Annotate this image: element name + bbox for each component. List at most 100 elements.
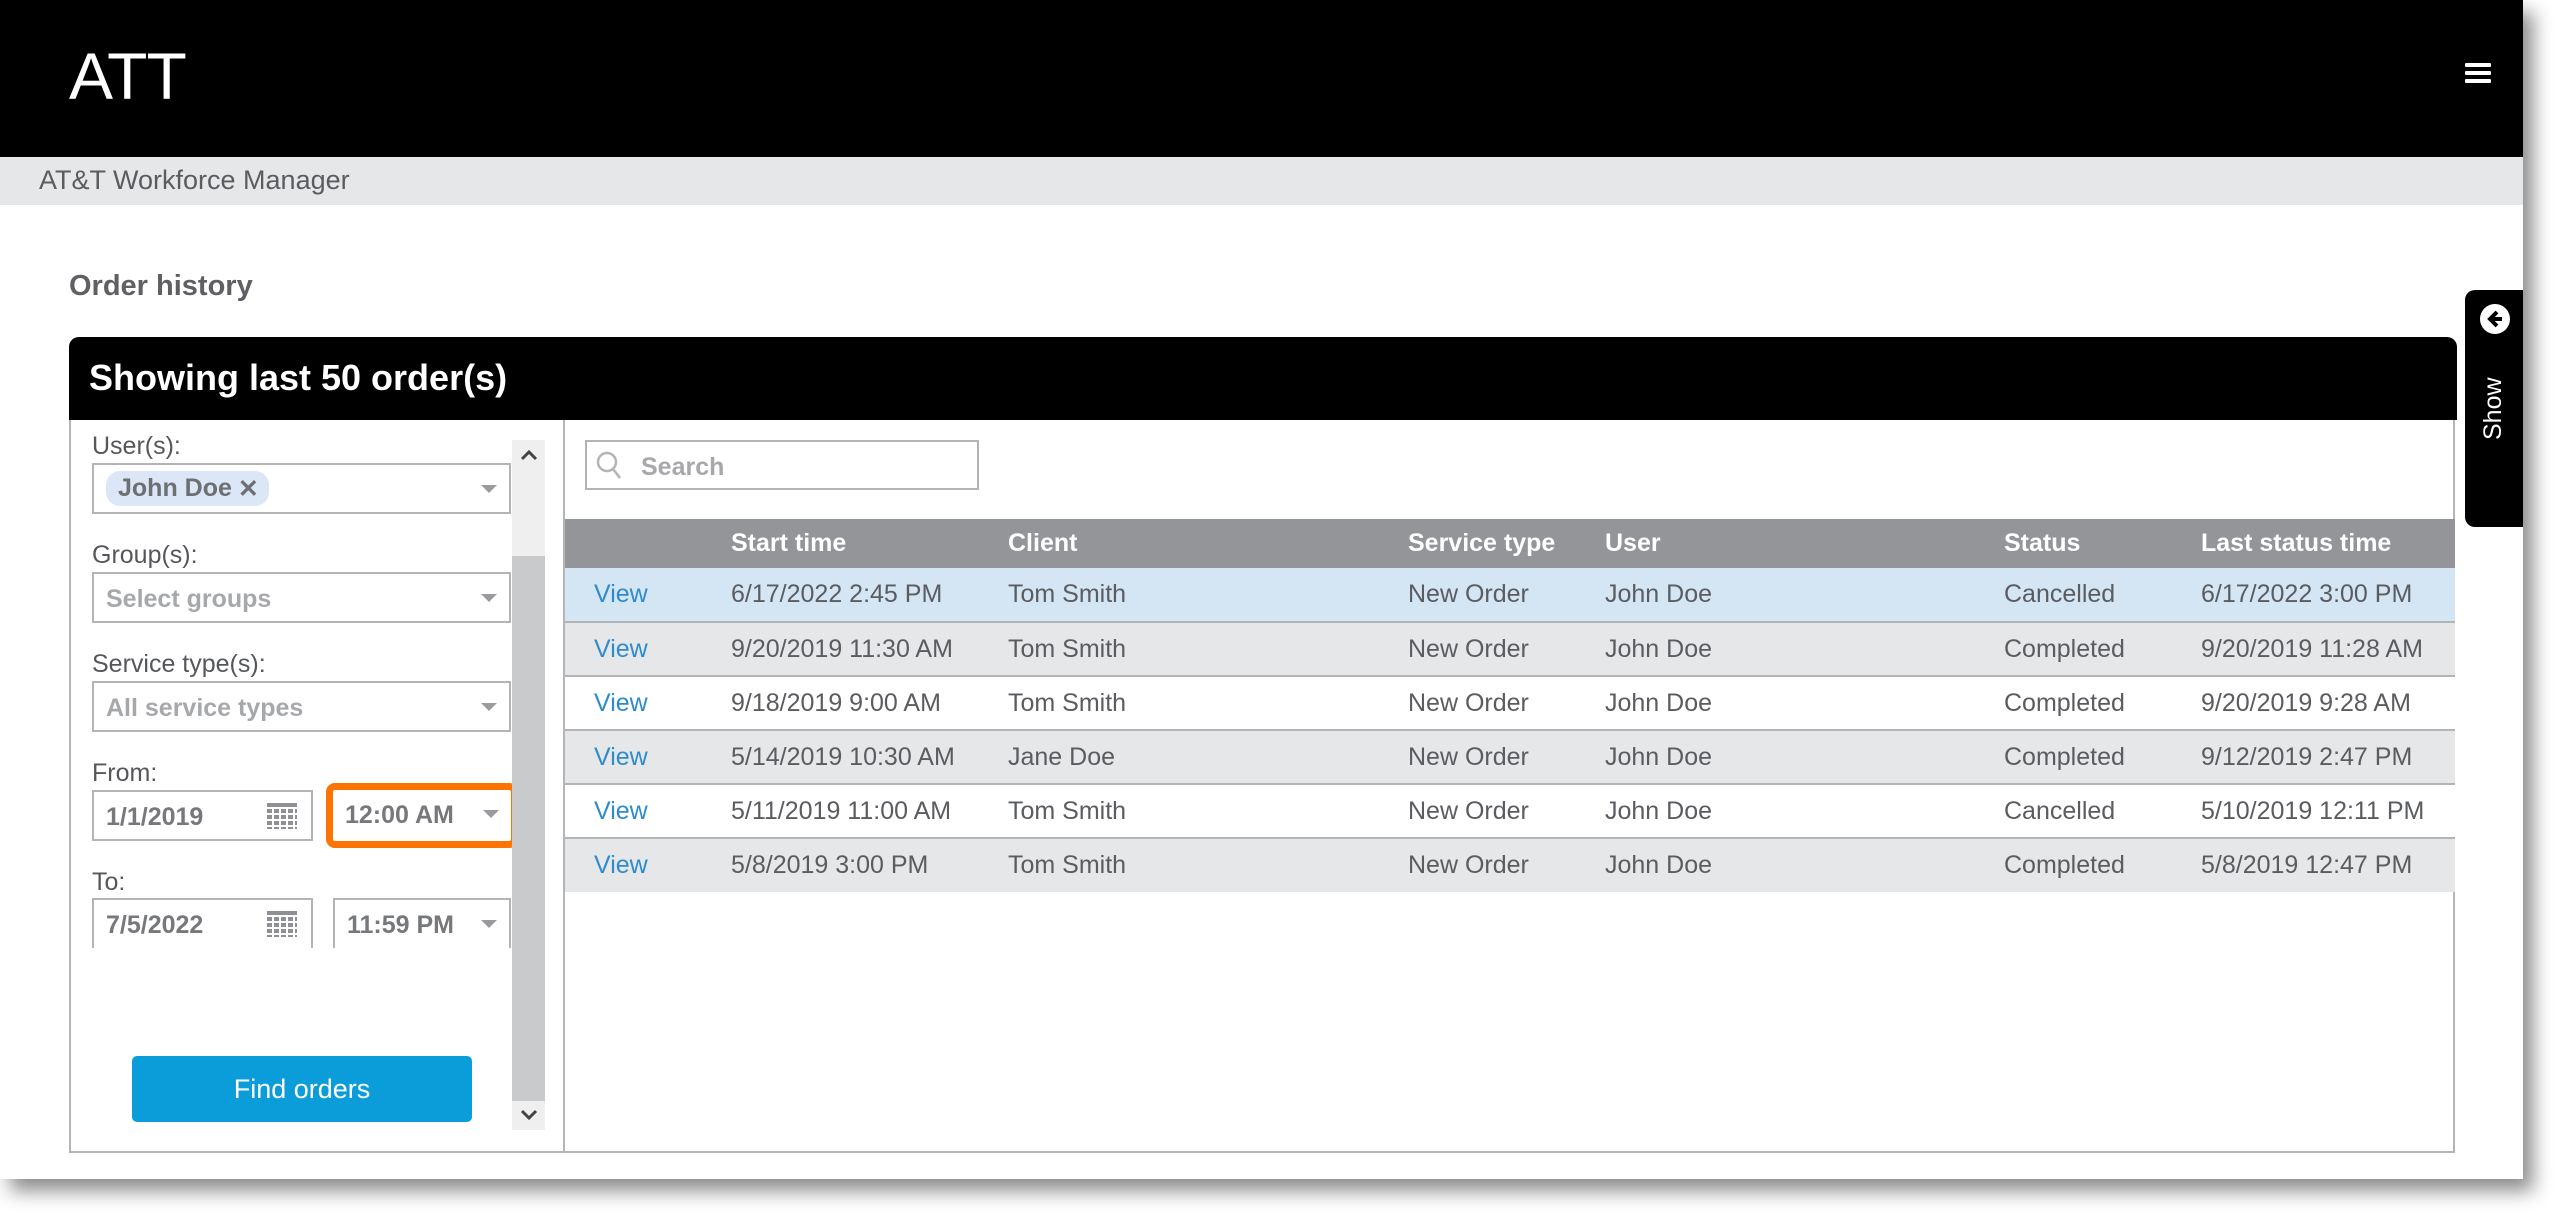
cell-status: Completed: [2004, 675, 2201, 730]
filters-pane: User(s): John Doe ✕ Group(s): Select gro…: [71, 420, 565, 1151]
cell-client: Tom Smith: [1008, 621, 1408, 676]
view-link[interactable]: View: [594, 689, 648, 717]
cell-user: John Doe: [1605, 568, 2004, 622]
cell-client: Jane Doe: [1008, 729, 1408, 784]
hamburger-menu-icon[interactable]: [2463, 63, 2493, 89]
column-header-action: [565, 519, 731, 568]
search-input[interactable]: Search: [585, 440, 979, 490]
column-header-client[interactable]: Client: [1008, 519, 1408, 568]
cell-service-type: New Order: [1408, 568, 1605, 622]
chevron-down-icon[interactable]: [481, 594, 497, 602]
cell-client: Tom Smith: [1008, 568, 1408, 622]
table-row[interactable]: View 6/17/2022 2:45 PM Tom Smith New Ord…: [565, 568, 2455, 622]
from-time-value: 12:00 AM: [345, 801, 454, 829]
scroll-down-icon[interactable]: [512, 1100, 545, 1130]
service-types-label: Service type(s):: [92, 650, 266, 678]
table-header-row: Start time Client Service type User Stat…: [565, 519, 2455, 568]
top-bar: ATT: [0, 0, 2523, 157]
cell-user: John Doe: [1605, 783, 2004, 838]
from-date-input[interactable]: 1/1/2019: [92, 790, 313, 841]
cell-start-time: 5/11/2019 11:00 AM: [731, 783, 1008, 838]
groups-placeholder: Select groups: [106, 585, 272, 613]
show-side-panel-tab[interactable]: Show: [2465, 290, 2523, 527]
cell-status: Cancelled: [2004, 783, 2201, 838]
cell-user: John Doe: [1605, 729, 2004, 784]
from-time-select[interactable]: 12:00 AM: [326, 783, 518, 848]
to-date-value: 7/5/2022: [106, 911, 204, 939]
cell-start-time: 5/8/2019 3:00 PM: [731, 837, 1008, 892]
from-date-value: 1/1/2019: [106, 803, 204, 831]
find-orders-button[interactable]: Find orders: [132, 1056, 472, 1122]
panel-header: Showing last 50 order(s): [69, 337, 2457, 420]
filters-overflow-mask: [71, 948, 511, 1008]
chevron-down-icon[interactable]: [481, 485, 497, 493]
table-row[interactable]: View 9/20/2019 11:30 AM Tom Smith New Or…: [565, 621, 2455, 676]
cell-start-time: 9/20/2019 11:30 AM: [731, 621, 1008, 676]
users-select[interactable]: John Doe ✕: [92, 463, 511, 514]
search-placeholder: Search: [641, 453, 725, 481]
column-header-last-status-time[interactable]: Last status time: [2201, 519, 2455, 568]
chevron-down-icon[interactable]: [481, 703, 497, 711]
table-row[interactable]: View 5/11/2019 11:00 AM Tom Smith New Or…: [565, 783, 2455, 838]
column-header-status[interactable]: Status: [2004, 519, 2201, 568]
service-types-placeholder: All service types: [106, 694, 304, 722]
app-window: ATT AT&T Workforce Manager Order history…: [0, 0, 2523, 1179]
cell-start-time: 5/14/2019 10:30 AM: [731, 729, 1008, 784]
brand-logo[interactable]: ATT: [69, 40, 187, 112]
search-icon: [596, 451, 621, 479]
column-header-service-type[interactable]: Service type: [1408, 519, 1605, 568]
cell-start-time: 9/18/2019 9:00 AM: [731, 675, 1008, 730]
filters-scrollbar[interactable]: [512, 440, 545, 1130]
chevron-down-icon[interactable]: [481, 920, 497, 928]
cell-service-type: New Order: [1408, 783, 1605, 838]
column-header-start-time[interactable]: Start time: [731, 519, 1008, 568]
groups-label: Group(s):: [92, 541, 198, 569]
cell-last-status-time: 9/20/2019 11:28 AM: [2201, 621, 2455, 676]
cell-service-type: New Order: [1408, 837, 1605, 892]
scroll-up-icon[interactable]: [512, 440, 545, 470]
show-label: Show: [2479, 377, 2507, 440]
table-row[interactable]: View 5/14/2019 10:30 AM Jane Doe New Ord…: [565, 729, 2455, 784]
user-chip-label: John Doe: [118, 474, 232, 502]
from-label: From:: [92, 759, 158, 787]
cell-client: Tom Smith: [1008, 675, 1408, 730]
cell-user: John Doe: [1605, 621, 2004, 676]
cell-service-type: New Order: [1408, 729, 1605, 784]
view-link[interactable]: View: [594, 580, 648, 608]
orders-panel: Showing last 50 order(s) User(s): John D…: [69, 337, 2457, 1153]
column-header-user[interactable]: User: [1605, 519, 2004, 568]
view-link[interactable]: View: [594, 635, 648, 663]
cell-client: Tom Smith: [1008, 783, 1408, 838]
view-link[interactable]: View: [594, 797, 648, 825]
sub-header: AT&T Workforce Manager: [0, 157, 2523, 205]
cell-status: Cancelled: [2004, 568, 2201, 622]
cell-user: John Doe: [1605, 837, 2004, 892]
chevron-down-icon[interactable]: [483, 810, 499, 818]
calendar-icon[interactable]: [267, 911, 297, 937]
cell-client: Tom Smith: [1008, 837, 1408, 892]
remove-user-icon[interactable]: ✕: [238, 474, 259, 504]
cell-service-type: New Order: [1408, 675, 1605, 730]
results-pane: Search Start time Client Service type Us…: [565, 420, 2455, 1151]
app-name: AT&T Workforce Manager: [39, 165, 350, 195]
scrollbar-thumb[interactable]: [512, 556, 545, 1101]
to-label: To:: [92, 868, 126, 896]
arrow-left-circle-icon: [2480, 304, 2510, 334]
cell-last-status-time: 6/17/2022 3:00 PM: [2201, 568, 2455, 622]
cell-user: John Doe: [1605, 675, 2004, 730]
users-label: User(s):: [92, 432, 181, 460]
page-title: Order history: [69, 270, 253, 302]
cell-start-time: 6/17/2022 2:45 PM: [731, 568, 1008, 622]
table-row[interactable]: View 9/18/2019 9:00 AM Tom Smith New Ord…: [565, 675, 2455, 730]
orders-table: Start time Client Service type User Stat…: [565, 519, 2455, 892]
cell-status: Completed: [2004, 729, 2201, 784]
panel-title: Showing last 50 order(s): [89, 357, 508, 398]
view-link[interactable]: View: [594, 743, 648, 771]
cell-service-type: New Order: [1408, 621, 1605, 676]
groups-select[interactable]: Select groups: [92, 572, 511, 623]
service-types-select[interactable]: All service types: [92, 681, 511, 732]
cell-last-status-time: 5/8/2019 12:47 PM: [2201, 837, 2455, 892]
table-row[interactable]: View 5/8/2019 3:00 PM Tom Smith New Orde…: [565, 837, 2455, 892]
view-link[interactable]: View: [594, 851, 648, 879]
calendar-icon[interactable]: [267, 803, 297, 829]
